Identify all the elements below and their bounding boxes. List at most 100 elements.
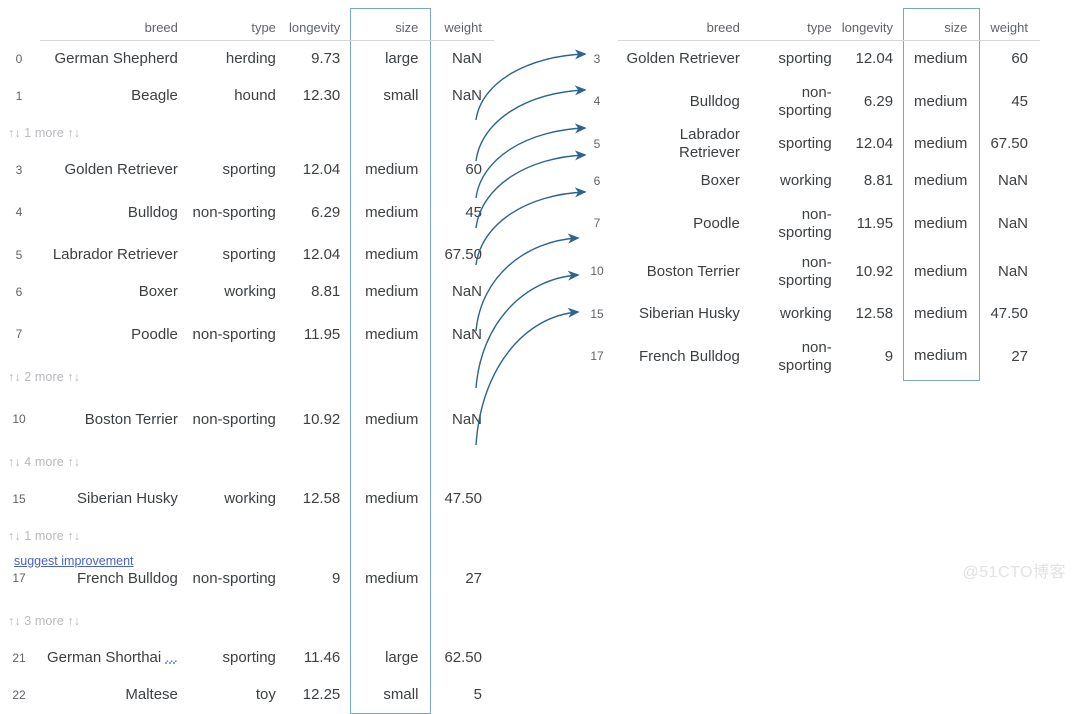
hidden-rows-indicator[interactable]: ↑↓ 2 more ↑↓ xyxy=(2,358,494,396)
cell-weight: 5 xyxy=(473,686,482,704)
row-index: 22 xyxy=(12,687,26,702)
table-row[interactable]: 5 Labrador Retriever sporting 12.04 medium 67… xyxy=(580,125,1040,163)
row-index: 7 xyxy=(593,216,601,231)
row-index: 4 xyxy=(15,205,23,220)
row-index: 3 xyxy=(593,51,601,66)
column-header-breed[interactable]: breed xyxy=(618,8,750,41)
cell-longevity: 8.81 xyxy=(311,283,341,301)
cell-weight: 45 xyxy=(1011,92,1028,110)
hidden-rows-indicator[interactable]: ↑↓ 3 more ↑↓ xyxy=(2,602,494,640)
cell-type: non-sporting xyxy=(192,325,276,343)
column-header-size[interactable]: size xyxy=(350,8,432,41)
column-header-size[interactable]: size xyxy=(903,8,981,41)
filtered-dataframe-table: breed type longevity size weight 3 Golden… xyxy=(580,8,1040,381)
hidden-rows-indicator[interactable]: ↑↓ 1 more ↑↓ xyxy=(2,114,494,152)
cell-size: medium xyxy=(350,554,432,603)
cell-longevity: 11.95 xyxy=(303,325,341,343)
cell-longevity: 12.58 xyxy=(855,305,894,323)
hidden-rows-label: ↑↓ 3 more ↑↓ xyxy=(8,613,81,628)
row-index: 5 xyxy=(15,247,23,262)
cell-weight: 62.50 xyxy=(444,649,482,667)
table-row[interactable]: 22 Maltese toy 12.25 small 5 xyxy=(2,676,494,714)
cell-longevity: 12.58 xyxy=(302,490,341,508)
row-index: 10 xyxy=(12,412,26,427)
table-row[interactable]: 3 Golden Retriever sporting 12.04 medium 60 xyxy=(2,151,494,189)
cell-size: large xyxy=(350,40,432,78)
hidden-rows-indicator[interactable]: ↑↓ 4 more ↑↓ xyxy=(2,443,494,481)
cell-weight: NaN xyxy=(451,283,482,301)
cell-weight: NaN xyxy=(997,214,1028,232)
cell-breed: Maltese xyxy=(125,686,178,704)
cell-size: medium xyxy=(350,480,432,518)
table-row[interactable]: 3 Golden Retriever sporting 12.04 medium 60 xyxy=(580,40,1040,78)
cell-weight: 27 xyxy=(465,569,482,587)
cell-size: medium xyxy=(903,125,981,163)
table-row[interactable]: 15 Siberian Husky working 12.58 medium 47.50 xyxy=(580,295,1040,333)
column-header-longevity[interactable]: longevity xyxy=(841,8,904,41)
suggest-improvement-link[interactable]: suggest improvement xyxy=(14,554,134,568)
table-row[interactable]: 4 Bulldog non-sporting 6.29 medium 45 xyxy=(580,77,1040,126)
cell-weight: 27 xyxy=(1011,347,1028,365)
cell-size: small xyxy=(350,676,432,714)
hidden-rows-label: ↑↓ 2 more ↑↓ xyxy=(8,369,81,384)
cell-weight: NaN xyxy=(451,50,482,68)
column-header-type[interactable]: type xyxy=(187,8,286,41)
cell-weight: NaN xyxy=(451,410,482,428)
cell-longevity: 11.95 xyxy=(856,214,894,232)
column-header-weight[interactable]: weight xyxy=(979,8,1040,41)
table-row[interactable]: 7 Poodle non-sporting 11.95 medium NaN xyxy=(2,310,494,359)
column-header-breed[interactable]: breed xyxy=(40,8,188,41)
screenshot-root: breed type longevity size weight 0 German… xyxy=(0,0,1080,714)
table-row[interactable]: 17 French Bulldog non-sporting 9 medium 27 xyxy=(580,332,1040,381)
cell-size xyxy=(350,602,432,640)
cell-type: toy xyxy=(255,686,276,704)
table-row[interactable]: 21 German Shorthai ... sporting 11.46 large 6… xyxy=(2,639,494,677)
table-row[interactable]: 7 Poodle non-sporting 11.95 medium NaN xyxy=(580,199,1040,248)
hidden-rows-label: ↑↓ 1 more ↑↓ xyxy=(8,528,81,543)
cell-weight xyxy=(431,444,494,481)
row-index: 1 xyxy=(15,88,23,103)
table-row[interactable]: 10 Boston Terrier non-sporting 10.92 medium N… xyxy=(2,395,494,444)
cell-breed: Golden Retriever xyxy=(64,161,178,179)
source-table-body: 0 German Shepherd herding 9.73 large NaN 1 Beag… xyxy=(2,40,494,714)
cell-longevity: 11.46 xyxy=(303,649,341,667)
cell-type: working xyxy=(780,305,832,323)
table-row[interactable]: 6 Boxer working 8.81 medium NaN xyxy=(2,273,494,311)
row-index: 4 xyxy=(593,94,601,109)
cell-longevity: 12.30 xyxy=(302,87,341,105)
table-row[interactable]: 1 Beagle hound 12.30 small NaN xyxy=(2,77,494,115)
column-header-weight[interactable]: weight xyxy=(430,8,494,41)
table-row[interactable]: 4 Bulldog non-sporting 6.29 medium 45 xyxy=(2,188,494,237)
table-row[interactable]: 10 Boston Terrier non-sporting 10.92 medium N… xyxy=(580,247,1040,296)
cell-longevity: 9 xyxy=(884,347,894,365)
cell-type: working xyxy=(224,490,276,508)
column-header-longevity[interactable]: longevity xyxy=(285,8,351,41)
row-index: 21 xyxy=(12,650,26,665)
cell-longevity: 12.04 xyxy=(855,50,894,68)
cell-type: non-sporting xyxy=(778,253,832,289)
row-index: 17 xyxy=(590,349,604,364)
cell-size: medium xyxy=(350,310,432,359)
cell-size: medium xyxy=(903,162,981,200)
source-dataframe-table: breed type longevity size weight 0 German… xyxy=(2,8,494,714)
cell-size xyxy=(350,358,432,396)
row-index: 5 xyxy=(593,136,601,151)
cell-size: medium xyxy=(350,151,432,189)
cell-weight xyxy=(431,359,494,396)
truncated-text-expand[interactable]: ... xyxy=(165,649,178,666)
cell-size: medium xyxy=(903,77,981,126)
table-row[interactable]: 0 German Shepherd herding 9.73 large NaN xyxy=(2,40,494,78)
column-header-index xyxy=(2,9,40,41)
filtered-table-head: breed type longevity size weight xyxy=(580,8,1040,41)
column-header-type[interactable]: type xyxy=(749,8,842,41)
cell-breed: Boxer xyxy=(138,283,178,301)
table-row[interactable]: 6 Boxer working 8.81 medium NaN xyxy=(580,162,1040,200)
cell-size: medium xyxy=(903,247,981,296)
cell-type: non-sporting xyxy=(778,338,832,374)
hidden-rows-indicator[interactable]: ↑↓ 1 more ↑↓ xyxy=(2,517,494,555)
cell-size: medium xyxy=(903,199,981,248)
table-row[interactable]: 15 Siberian Husky working 12.58 medium 47.50 xyxy=(2,480,494,518)
table-row[interactable]: 5 Labrador Retriever sporting 12.04 medium 67… xyxy=(2,236,494,274)
row-index: 7 xyxy=(15,327,23,342)
cell-breed: French Bulldog xyxy=(638,347,740,365)
